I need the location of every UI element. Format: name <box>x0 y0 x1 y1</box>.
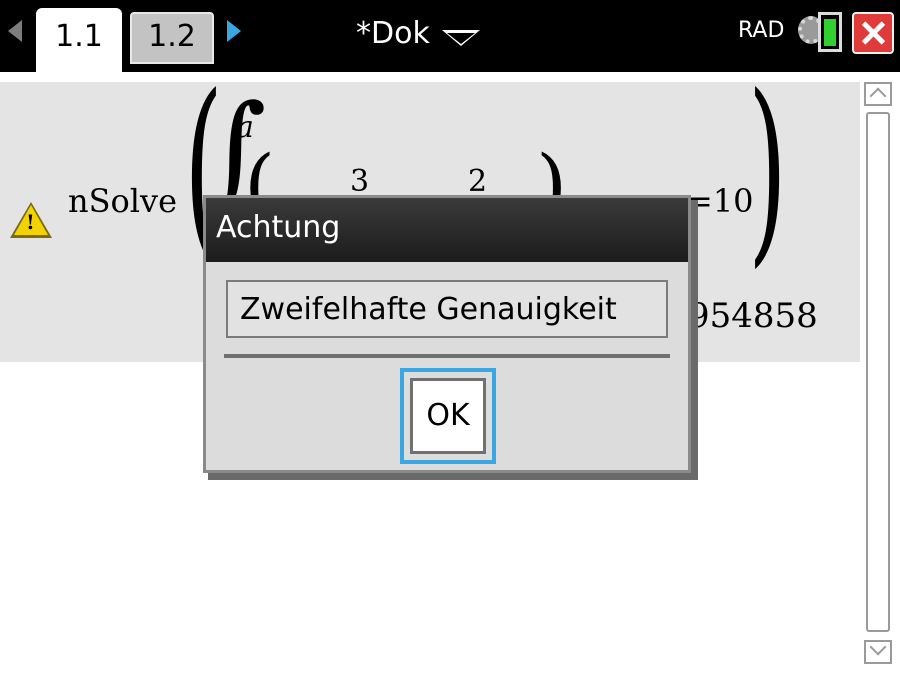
tab-scroll-left-icon[interactable] <box>8 20 22 42</box>
warning-icon[interactable] <box>10 202 52 238</box>
coefficient-exponent-2: 2 <box>468 164 488 199</box>
angle-mode-indicator: RAD <box>738 18 785 43</box>
document-title[interactable]: *Dok <box>356 16 430 52</box>
warning-dialog: Achtung Zweifelhafte Genauigkeit OK <box>203 195 691 473</box>
scroll-up-icon[interactable] <box>864 82 892 106</box>
document-menu-icon[interactable] <box>442 30 480 46</box>
ok-button[interactable]: OK <box>410 378 486 454</box>
dialog-title: Achtung <box>216 210 341 245</box>
coefficient-exponent: 3 <box>350 164 370 199</box>
dialog-message-box: Zweifelhafte Genauigkeit <box>226 280 668 338</box>
right-paren: ) <box>748 53 788 286</box>
result-value: 954858 <box>688 296 818 336</box>
scroll-down-icon[interactable] <box>864 640 892 664</box>
function-name: nSolve <box>68 182 178 220</box>
vertical-scrollbar[interactable] <box>862 80 896 668</box>
tab-page-1-1[interactable]: 1.1 <box>36 8 122 80</box>
dialog-divider <box>224 354 670 358</box>
dialog-message: Zweifelhafte Genauigkeit <box>240 292 617 327</box>
close-icon[interactable] <box>852 12 894 54</box>
ok-button-focus-ring: OK <box>400 368 496 464</box>
dialog-header: Achtung <box>206 198 688 262</box>
scroll-track[interactable] <box>866 112 890 632</box>
battery-icon <box>818 12 842 52</box>
tab-scroll-right-icon[interactable] <box>227 20 241 42</box>
